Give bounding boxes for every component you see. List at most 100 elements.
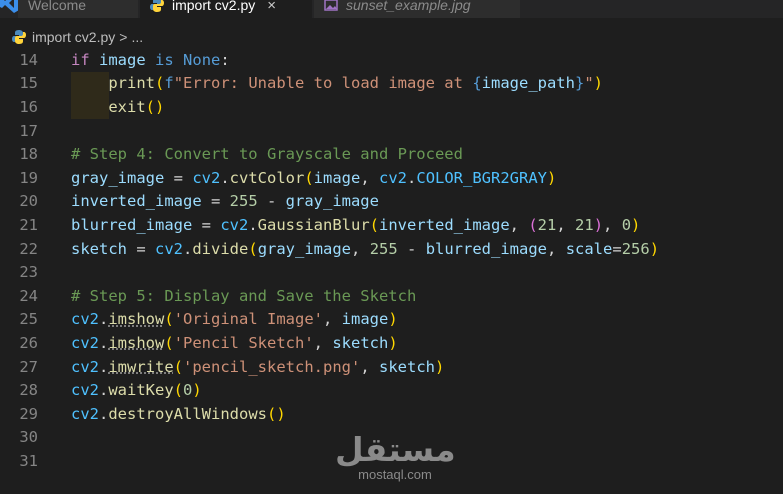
line-number: 23 — [19, 263, 38, 282]
vscode-icon — [0, 0, 19, 13]
code-line[interactable]: 24 # Step 5: Display and Save the Sketch — [0, 284, 783, 308]
line-number: 25 — [19, 310, 38, 329]
code-token: is — [155, 50, 174, 69]
code-text: blurred_image = cv2.GaussianBlur(inverte… — [71, 216, 640, 234]
line-number: 19 — [19, 168, 38, 187]
code-token: "Error: Unable to load image at — [173, 74, 473, 93]
code-token: ) — [593, 74, 604, 93]
breadcrumb: import cv2.py > ... — [0, 26, 783, 48]
tab-bar: Welcome import cv2.py × sunset_example.j… — [0, 0, 783, 18]
tab-welcome[interactable]: Welcome — [18, 0, 138, 18]
code-token: ) — [435, 357, 445, 376]
code-line[interactable]: 18 # Step 4: Convert to Grayscale and Pro… — [0, 142, 783, 166]
code-token: f — [164, 74, 174, 93]
code-token: cv2 — [220, 215, 249, 234]
code-token: , — [360, 168, 380, 187]
code-text: cv2.waitKey(0) — [71, 381, 202, 399]
code-token: 'Pencil Sketch' — [173, 333, 314, 352]
code-token: , — [351, 239, 370, 258]
code-line[interactable]: 21 blurred_image = cv2.GaussianBlur(inver… — [0, 213, 783, 237]
line-number: 27 — [19, 357, 38, 376]
code-line[interactable]: 26 cv2.imshow('Pencil Sketch', sketch) — [0, 331, 783, 355]
code-token: . — [99, 310, 109, 329]
line-number: 24 — [19, 286, 38, 305]
code-token: cv2 — [71, 381, 99, 400]
breadcrumb-more[interactable]: ... — [131, 29, 143, 45]
code-token: gray_image — [285, 192, 379, 211]
code-line[interactable]: 15 print(f"Error: Unable to load image a… — [0, 72, 783, 96]
code-token: ) — [547, 168, 557, 187]
watermark-latin: mostaql.com — [358, 467, 432, 482]
python-icon — [12, 30, 26, 44]
code-line[interactable]: 20 inverted_image = 255 - gray_image — [0, 190, 783, 214]
python-icon — [150, 0, 164, 12]
code-text: # Step 5: Display and Save the Sketch — [71, 287, 416, 305]
code-token: = — [201, 192, 230, 211]
tab-label: Welcome — [28, 0, 87, 13]
code-text: cv2.imwrite('pencil_sketch.png', sketch) — [71, 358, 444, 376]
code-token: , — [556, 215, 576, 234]
chevron-right-icon: > — [119, 29, 128, 45]
code-token: . — [183, 239, 193, 258]
code-token: = — [612, 239, 622, 258]
code-token: , — [509, 215, 529, 234]
code-token: . — [99, 404, 109, 423]
code-token: gray_image — [257, 239, 352, 258]
code-token: ( — [304, 168, 314, 187]
code-token: 'Original Image' — [173, 310, 323, 329]
close-icon[interactable]: × — [267, 0, 276, 14]
code-token: ( — [164, 310, 174, 329]
code-token: image — [313, 168, 361, 187]
watermark-arabic: مستقل — [335, 430, 456, 469]
code-token: ) — [649, 239, 660, 258]
code-token: 255 — [229, 192, 258, 211]
code-token: . — [407, 168, 417, 187]
code-token: image — [341, 310, 389, 329]
code-line[interactable]: 27 cv2.imwrite('pencil_sketch.png', sketc… — [0, 355, 783, 379]
code-token: ( — [173, 357, 184, 376]
line-number: 30 — [19, 428, 38, 447]
code-line[interactable]: 29 cv2.destroyAllWindows() — [0, 402, 783, 426]
code-line[interactable]: 19 gray_image = cv2.cvtColor(image, cv2.C… — [0, 166, 783, 190]
code-line[interactable]: 22 sketch = cv2.divide(gray_image, 255 - … — [0, 237, 783, 261]
tab-sunset-example[interactable]: sunset_example.jpg — [314, 0, 520, 18]
code-text: cv2.imshow('Pencil Sketch', sketch) — [71, 334, 398, 352]
code-token: blurred_image — [425, 239, 548, 258]
code-token: cv2 — [192, 168, 221, 187]
tab-import-cv2[interactable]: import cv2.py × — [140, 0, 312, 18]
code-token: ( — [528, 215, 538, 234]
code-token: 256 — [621, 239, 650, 258]
code-token: , — [360, 357, 379, 376]
code-token: " — [584, 74, 594, 93]
line-number: 18 — [19, 145, 38, 164]
code-token: } — [574, 74, 585, 93]
line-number: 16 — [19, 97, 38, 116]
code-text: cv2.imshow('Original Image', image) — [71, 310, 398, 328]
code-token: None — [183, 50, 221, 69]
line-number: 29 — [19, 404, 38, 423]
code-line[interactable]: 23 — [0, 260, 783, 284]
code-token: blurred_image — [71, 215, 193, 234]
breadcrumb-file[interactable]: import cv2.py — [32, 29, 115, 45]
code-token: sketch — [71, 239, 127, 258]
code-line[interactable]: 28 cv2.waitKey(0) — [0, 378, 783, 402]
code-token: ( — [173, 381, 184, 400]
code-line[interactable]: 25 cv2.imshow('Original Image', image) — [0, 308, 783, 332]
code-line[interactable]: 17 — [0, 119, 783, 143]
code-token: . — [99, 381, 109, 400]
code-token: imshow — [108, 333, 165, 352]
code-token: waitKey — [108, 381, 174, 400]
code-token: = — [164, 168, 193, 187]
code-line[interactable]: 14 if image is None: — [0, 48, 783, 72]
code-token: () — [145, 97, 165, 116]
code-token: . — [99, 333, 109, 352]
code-token: print — [108, 74, 155, 93]
code-line[interactable]: 16 exit() — [0, 95, 783, 119]
code-editor[interactable]: 14 if image is None: 15 print(f"Error: Una… — [0, 48, 783, 494]
code-token: cv2 — [71, 357, 99, 376]
code-token: = — [192, 215, 221, 234]
